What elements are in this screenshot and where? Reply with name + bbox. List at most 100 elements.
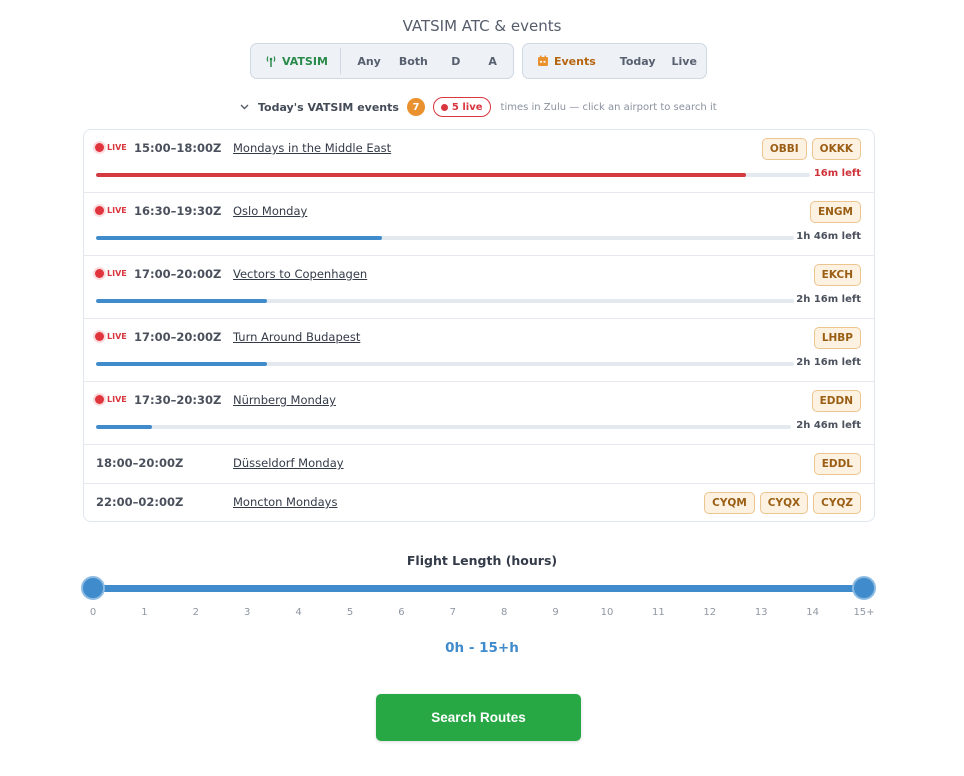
airport-badge[interactable]: CYQM bbox=[704, 492, 755, 514]
slider-tick-label: 11 bbox=[652, 607, 665, 618]
event-row: 22:00–02:00Z Moncton Mondays CYQM CYQX C… bbox=[84, 484, 874, 521]
vatsim-label: VATSIM bbox=[282, 54, 328, 68]
slider-tick-label: 13 bbox=[754, 607, 768, 618]
flight-length-title: Flight Length (hours) bbox=[406, 553, 558, 568]
event-progress-track bbox=[96, 299, 794, 303]
events-live-button[interactable]: Live bbox=[664, 49, 705, 73]
event-progress-fill bbox=[96, 173, 746, 177]
events-label: Events bbox=[554, 54, 596, 68]
filter-both-button[interactable]: Both bbox=[393, 49, 433, 73]
airport-badge[interactable]: ENGM bbox=[809, 201, 861, 223]
airport-badges: CYQM CYQX CYQZ bbox=[704, 492, 861, 514]
airport-badge[interactable]: EDDL bbox=[813, 453, 861, 475]
event-progress-track bbox=[96, 236, 794, 240]
event-time: 16:30–19:30Z bbox=[134, 204, 222, 218]
live-tag: LIVE bbox=[95, 269, 127, 278]
live-tag-label: LIVE bbox=[107, 332, 127, 341]
event-row: LIVE 17:00–20:00Z Vectors to Copenhagen … bbox=[84, 256, 874, 319]
airport-badges: ENGM bbox=[809, 201, 861, 223]
slider-tick-label: 4 bbox=[295, 607, 302, 618]
filter-departure-button[interactable]: D bbox=[433, 49, 478, 73]
events-hint: times in Zulu — click an airport to sear… bbox=[500, 101, 717, 113]
slider-tick-label: 5 bbox=[346, 607, 354, 618]
live-tag-label: LIVE bbox=[107, 395, 127, 404]
slider-tick-label: 9 bbox=[552, 607, 559, 618]
event-progress-track bbox=[96, 425, 791, 429]
event-time-left: 2h 16m left bbox=[796, 357, 861, 368]
live-dot-icon bbox=[95, 332, 104, 341]
event-row: LIVE 15:00–18:00Z Mondays in the Middle … bbox=[84, 130, 874, 193]
event-time-left: 16m left bbox=[813, 168, 861, 179]
live-dot-icon bbox=[95, 395, 104, 404]
airport-badge[interactable]: LHBP bbox=[813, 327, 861, 349]
event-progress-fill bbox=[96, 236, 383, 240]
flight-length-slider-track[interactable] bbox=[93, 585, 864, 592]
vatsim-toggle-button[interactable]: VATSIM bbox=[257, 49, 336, 73]
airport-badge[interactable]: OBBI bbox=[761, 138, 807, 160]
filter-arrival-button[interactable]: A bbox=[478, 49, 507, 73]
slider-tick-label: 0 bbox=[89, 607, 97, 618]
event-progress-fill bbox=[96, 299, 267, 303]
event-row: 18:00–20:00Z Düsseldorf Monday EDDL bbox=[84, 445, 874, 484]
event-name-link[interactable]: Düsseldorf Monday bbox=[233, 456, 344, 470]
antenna-icon bbox=[266, 56, 276, 67]
slider-min-handle[interactable] bbox=[81, 576, 105, 600]
flight-length-range: 0h - 15+h bbox=[445, 640, 519, 656]
live-tag: LIVE bbox=[95, 395, 127, 404]
slider-tick-label: 6 bbox=[398, 607, 405, 618]
event-time-left: 1h 46m left bbox=[796, 231, 861, 242]
live-tag-label: LIVE bbox=[107, 269, 127, 278]
divider bbox=[339, 48, 341, 74]
event-time: 18:00–20:00Z bbox=[96, 456, 184, 470]
event-name-link[interactable]: Oslo Monday bbox=[233, 204, 307, 218]
event-progress-track bbox=[96, 362, 794, 366]
live-tag: LIVE bbox=[95, 143, 127, 152]
airport-badges: EDDN bbox=[811, 390, 861, 412]
event-row: LIVE 16:30–19:30Z Oslo Monday ENGM 1h 46… bbox=[84, 193, 874, 256]
events-header[interactable]: Today's VATSIM events 7 5 live times in … bbox=[240, 97, 717, 117]
live-tag: LIVE bbox=[95, 206, 127, 215]
slider-max-handle[interactable] bbox=[852, 576, 876, 600]
events-title: Today's VATSIM events bbox=[258, 100, 399, 114]
airport-badge[interactable]: CYQX bbox=[759, 492, 809, 514]
live-tag: LIVE bbox=[95, 332, 127, 341]
airport-badge[interactable]: EKCH bbox=[813, 264, 861, 286]
chevron-down-icon[interactable] bbox=[240, 102, 250, 113]
airport-badges: OBBI OKKK bbox=[761, 138, 861, 160]
slider-tick-label: 3 bbox=[244, 607, 251, 618]
vatsim-filter-group: VATSIM Any Both D A bbox=[250, 43, 514, 79]
airport-badge[interactable]: EDDN bbox=[811, 390, 861, 412]
airport-badges: EDDL bbox=[813, 453, 861, 475]
live-count-label: 5 live bbox=[451, 101, 483, 113]
airport-badge[interactable]: CYQZ bbox=[813, 492, 861, 514]
event-name-link[interactable]: Nürnberg Monday bbox=[233, 393, 336, 407]
slider-tick-label: 14 bbox=[806, 607, 819, 618]
events-today-button[interactable]: Today bbox=[612, 49, 664, 73]
event-time: 15:00–18:00Z bbox=[134, 141, 222, 155]
event-progress-fill bbox=[96, 425, 152, 429]
slider-tick-label: 12 bbox=[703, 607, 717, 618]
airport-badges: EKCH bbox=[813, 264, 861, 286]
live-dot-icon bbox=[95, 206, 104, 215]
slider-tick-label: 2 bbox=[192, 607, 199, 618]
event-time: 17:30–20:30Z bbox=[134, 393, 222, 407]
page-title: VATSIM ATC & events bbox=[402, 17, 562, 35]
events-toggle-button[interactable]: Events bbox=[529, 49, 604, 73]
slider-tick-label: 15+ bbox=[853, 607, 875, 618]
event-progress-fill bbox=[96, 362, 267, 366]
live-count-badge: 5 live bbox=[432, 97, 491, 117]
search-routes-button[interactable]: Search Routes bbox=[376, 694, 581, 741]
airport-badge[interactable]: OKKK bbox=[811, 138, 861, 160]
event-name-link[interactable]: Vectors to Copenhagen bbox=[233, 267, 367, 281]
slider-tick-label: 10 bbox=[600, 607, 614, 618]
filter-any-button[interactable]: Any bbox=[345, 49, 394, 73]
event-name-link[interactable]: Moncton Mondays bbox=[233, 495, 337, 509]
live-dot-icon bbox=[95, 143, 104, 152]
event-time-left: 2h 16m left bbox=[796, 294, 861, 305]
live-tag-label: LIVE bbox=[107, 206, 127, 215]
event-name-link[interactable]: Turn Around Budapest bbox=[233, 330, 360, 344]
event-name-link[interactable]: Mondays in the Middle East bbox=[233, 141, 391, 155]
live-dot-icon bbox=[440, 103, 448, 111]
event-time-left: 2h 46m left bbox=[796, 420, 861, 431]
events-filter-group: Events Today Live bbox=[522, 43, 707, 79]
